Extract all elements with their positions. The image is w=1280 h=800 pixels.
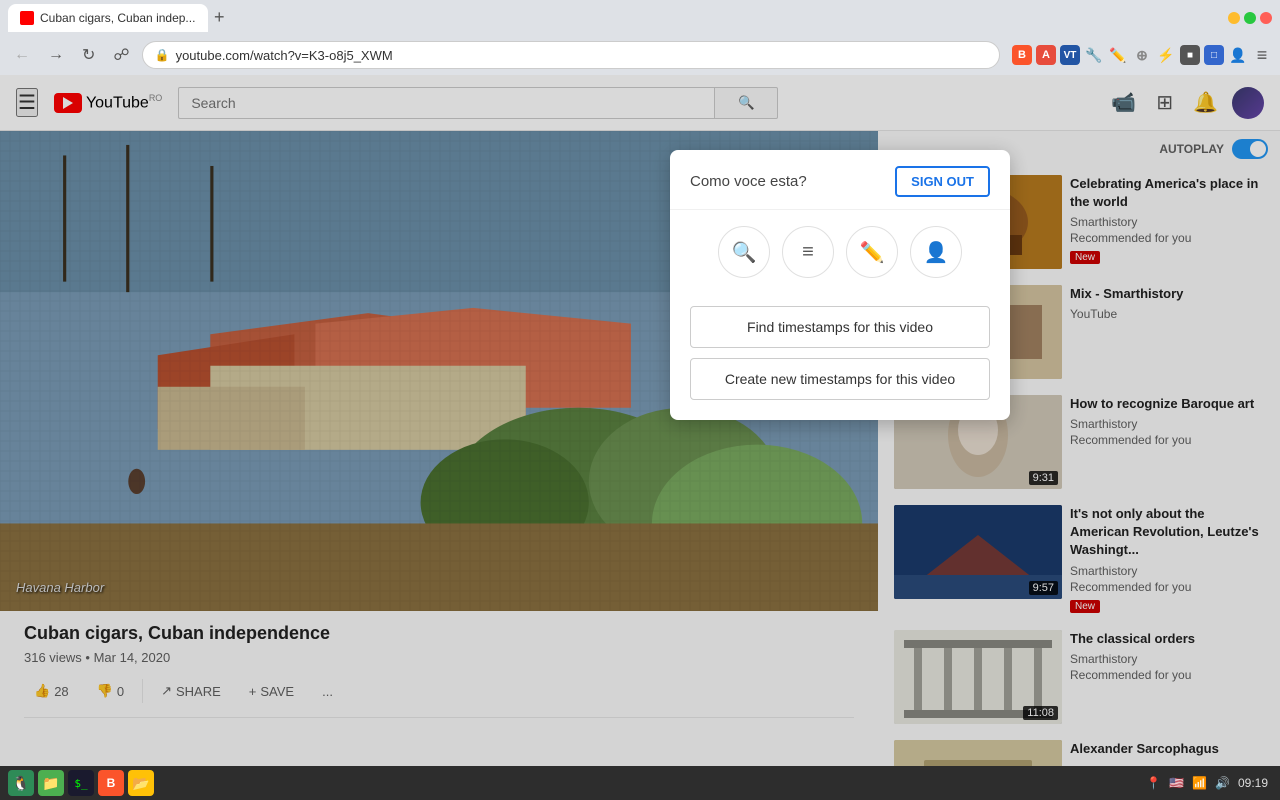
browser-tabs: Cuban cigars, Cuban indep... × + <box>8 0 231 35</box>
popup-actions: Find timestamps for this video Create ne… <box>670 294 1010 420</box>
taskbar-tux-icon[interactable]: 🐧 <box>8 770 34 796</box>
popup-icons: 🔍 ≡ ✏️ 👤 <box>670 210 1010 294</box>
taskbar-pin-icon: 📍 <box>1146 776 1161 790</box>
popup-user-icon: 👤 <box>924 240 949 265</box>
taskbar-brave-icon[interactable]: B <box>98 770 124 796</box>
taskbar-right: 📍 🇺🇸 📶 🔊 09:19 <box>1134 776 1280 790</box>
back-button[interactable]: ← <box>8 44 36 66</box>
browser-menu-button[interactable]: ≡ <box>1252 45 1272 65</box>
browser-chrome: Cuban cigars, Cuban indep... × + <box>0 0 1280 35</box>
popup-edit-button[interactable]: ✏️ <box>846 226 898 278</box>
browser-extensions: B A VT 🔧 ✏️ ⊕ ⚡ ■ □ 👤 ≡ <box>1012 45 1272 65</box>
ext-sq2-icon[interactable]: □ <box>1204 45 1224 65</box>
taskbar-volume-icon: 🔊 <box>1215 776 1230 790</box>
address-row: ← → ↻ ☍ 🔒 youtube.com/watch?v=K3-o8j5_XW… <box>0 35 1280 75</box>
reload-button[interactable]: ↻ <box>76 43 101 67</box>
ext-zap-icon[interactable]: ⚡ <box>1156 45 1176 65</box>
taskbar-flag-icon: 🇺🇸 <box>1169 776 1184 790</box>
popup-list-button[interactable]: ≡ <box>782 226 834 278</box>
ext-vt-icon[interactable]: VT <box>1060 45 1080 65</box>
ext-pen-icon[interactable]: ✏️ <box>1108 45 1128 65</box>
window-maximize-button[interactable] <box>1244 12 1256 24</box>
brave-shield-icon[interactable]: B <box>1012 45 1032 65</box>
taskbar-time: 09:19 <box>1238 776 1268 790</box>
address-bar[interactable]: 🔒 youtube.com/watch?v=K3-o8j5_XWM <box>142 41 1000 69</box>
popup-list-icon: ≡ <box>802 241 814 264</box>
extension-popup: Como voce esta? SIGN OUT 🔍 ≡ ✏️ 👤 Find t… <box>670 150 1010 420</box>
ssl-lock-icon: 🔒 <box>155 48 170 62</box>
popup-user-button[interactable]: 👤 <box>910 226 962 278</box>
taskbar: 🐧 📁 $_ B 📂 📍 🇺🇸 📶 🔊 09:19 <box>0 766 1280 800</box>
taskbar-left: 🐧 📁 $_ B 📂 <box>0 770 162 796</box>
ext-circle-icon[interactable]: ⊕ <box>1132 45 1152 65</box>
tab-favicon <box>20 11 34 25</box>
ext-sq1-icon[interactable]: ■ <box>1180 45 1200 65</box>
taskbar-wifi-icon: 📶 <box>1192 776 1207 790</box>
sign-out-button[interactable]: SIGN OUT <box>895 166 990 197</box>
popup-greeting: Como voce esta? <box>690 173 807 190</box>
popup-search-button[interactable]: 🔍 <box>718 226 770 278</box>
window-close-button[interactable] <box>1260 12 1272 24</box>
forward-button[interactable]: → <box>42 44 70 66</box>
tab-title: Cuban cigars, Cuban indep... <box>40 11 195 25</box>
popup-overlay[interactable]: Como voce esta? SIGN OUT 🔍 ≡ ✏️ 👤 Find t… <box>0 75 1280 800</box>
new-tab-button[interactable]: + <box>208 7 231 28</box>
taskbar-terminal-icon[interactable]: $_ <box>68 770 94 796</box>
window-minimize-button[interactable] <box>1228 12 1240 24</box>
ext-user-icon[interactable]: 👤 <box>1228 45 1248 65</box>
ext-a-icon[interactable]: A <box>1036 45 1056 65</box>
taskbar-files-yellow-icon[interactable]: 📂 <box>128 770 154 796</box>
bookmark-button[interactable]: ☍ <box>107 43 135 67</box>
popup-edit-icon: ✏️ <box>860 240 885 265</box>
url-text: youtube.com/watch?v=K3-o8j5_XWM <box>176 48 393 63</box>
popup-header: Como voce esta? SIGN OUT <box>670 150 1010 210</box>
window-controls <box>1228 12 1272 24</box>
create-timestamps-button[interactable]: Create new timestamps for this video <box>690 358 990 400</box>
find-timestamps-button[interactable]: Find timestamps for this video <box>690 306 990 348</box>
taskbar-files-green-icon[interactable]: 📁 <box>38 770 64 796</box>
ext-hammer-icon[interactable]: 🔧 <box>1084 45 1104 65</box>
active-tab[interactable]: Cuban cigars, Cuban indep... × <box>8 4 208 32</box>
popup-search-icon: 🔍 <box>732 240 757 265</box>
